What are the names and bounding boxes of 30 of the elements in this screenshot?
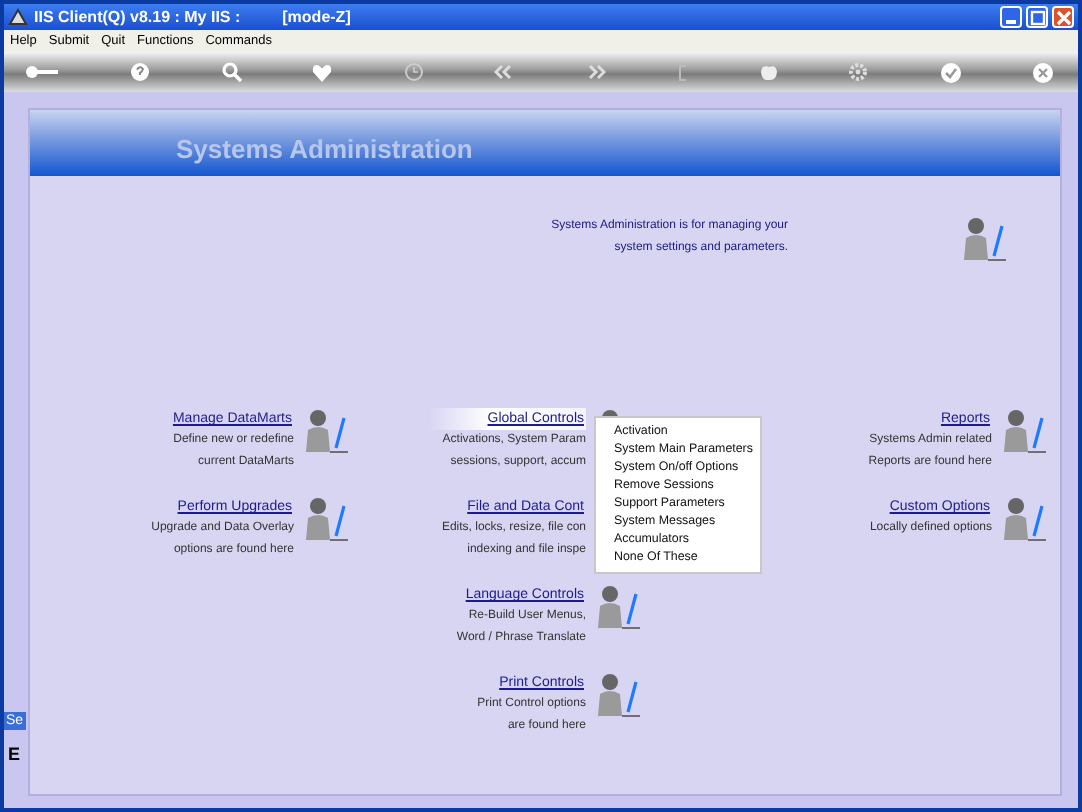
side-label: E [8,744,21,764]
minimize-button[interactable] [1000,6,1022,28]
maximize-icon [1029,9,1045,25]
person-pen-icon [964,216,1008,264]
check-icon[interactable] [939,61,962,83]
person-pen-icon [306,496,350,544]
close-button[interactable] [1052,6,1074,28]
key-icon[interactable] [24,64,60,80]
double-left-icon[interactable] [494,64,515,80]
close-icon [1055,9,1071,25]
person-pen-icon [598,584,642,632]
minimize-icon [1006,20,1016,24]
heart-icon[interactable] [312,63,333,81]
double-right-icon[interactable] [585,64,606,80]
close-icon[interactable] [1031,61,1054,83]
person-pen-icon [1004,408,1048,456]
maximize-button[interactable] [1026,6,1048,28]
search-icon[interactable] [221,62,242,82]
person-pen-icon [598,672,642,720]
person-pen-icon [1004,496,1048,544]
bracket-icon[interactable] [676,63,689,81]
apple-icon[interactable] [759,62,778,82]
banner-title: Systems Administration [176,134,473,164]
window-title: IIS Client(Q) v8.19 : My IIS : [34,8,241,26]
clock-icon[interactable] [403,62,424,82]
gear-icon[interactable] [848,62,869,82]
help-icon[interactable] [130,62,151,82]
app-logo-icon [8,8,28,26]
mode-label: [mode-Z] [282,8,351,26]
person-pen-icon [306,408,350,456]
